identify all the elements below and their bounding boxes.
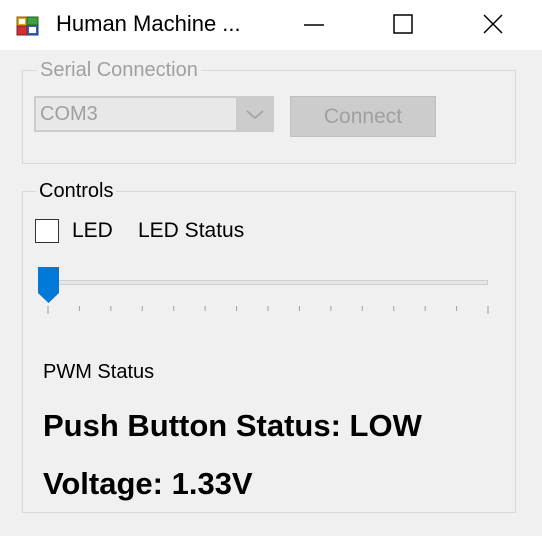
close-button[interactable] bbox=[448, 0, 538, 50]
app-icon bbox=[16, 16, 39, 36]
slider-ticks bbox=[47, 306, 489, 314]
minimize-button[interactable] bbox=[270, 0, 360, 50]
led-checkbox-label[interactable]: LED bbox=[72, 219, 113, 243]
maximize-button[interactable] bbox=[358, 0, 448, 50]
minimize-icon bbox=[304, 24, 324, 26]
window-title: Human Machine ... bbox=[56, 11, 241, 36]
led-checkbox[interactable] bbox=[35, 219, 59, 243]
pwm-status-label: PWM Status bbox=[43, 361, 155, 383]
voltage-label: Voltage: 1.33V bbox=[43, 466, 253, 501]
title-bar[interactable]: Human Machine ... bbox=[0, 0, 542, 50]
push-button-status-label: Push Button Status: LOW bbox=[43, 408, 422, 443]
maximize-icon bbox=[393, 14, 413, 34]
close-icon bbox=[483, 14, 503, 34]
pwm-slider-thumb[interactable] bbox=[37, 266, 60, 304]
controls-label: Controls bbox=[36, 180, 117, 202]
com-port-select[interactable]: COM3 bbox=[34, 96, 274, 132]
connect-button[interactable]: Connect bbox=[290, 96, 436, 137]
pwm-slider-track[interactable] bbox=[38, 280, 488, 285]
serial-connection-label: Serial Connection bbox=[37, 59, 201, 81]
chevron-down-icon bbox=[246, 110, 264, 119]
main-window: Human Machine ... Serial Connection COM3… bbox=[0, 0, 542, 536]
com-port-value: COM3 bbox=[36, 98, 236, 130]
led-status-label: LED Status bbox=[138, 219, 245, 242]
